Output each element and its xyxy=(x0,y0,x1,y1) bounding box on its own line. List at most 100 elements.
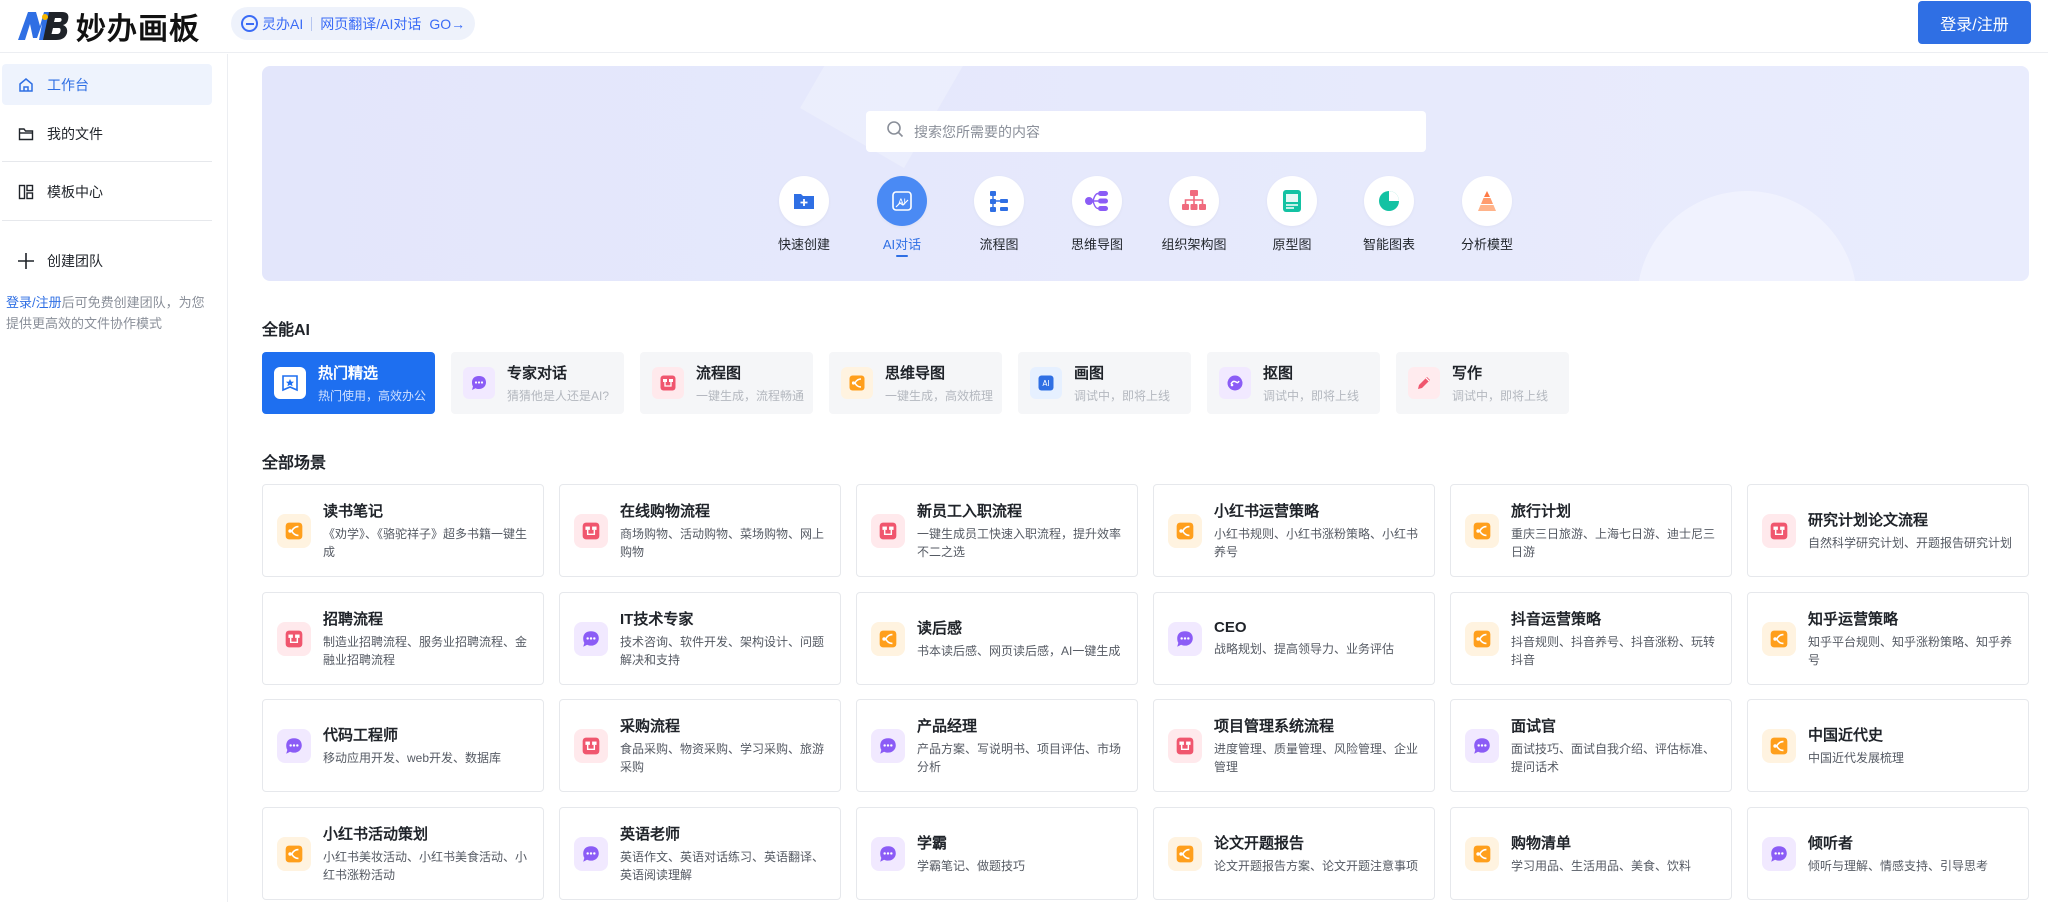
sidebar-item-my-files[interactable]: 我的文件 xyxy=(2,113,212,154)
quick-label: 智能图表 xyxy=(1362,237,1415,252)
scene-name: CEO xyxy=(1214,619,1247,636)
promo-text: 网页翻译/AI对话 xyxy=(320,15,422,32)
promo-banner[interactable]: 灵办AI 网页翻译/AI对话 GO→ xyxy=(231,7,476,40)
mindmap-badge-icon xyxy=(277,513,311,548)
scene-card[interactable]: 小红书运营策略 小红书规则、小红书涨粉策略、小红书养号 xyxy=(1153,484,1435,577)
chat-bubble-icon xyxy=(463,367,495,399)
section-title-all-ai: 全能AI xyxy=(262,322,311,339)
create-team-note: 登录/注册后可免费创建团队，为您提供更高效的文件协作模式 xyxy=(6,292,216,334)
login-register-link[interactable]: 登录/注册 xyxy=(6,295,62,310)
scene-text: 抖音运营策略 抖音规则、抖音养号、抖音涨粉、玩转抖音 xyxy=(1511,608,1719,669)
category-expert-chat[interactable]: 专家对话 猜猜他是人还是AI? xyxy=(451,352,624,414)
sidebar-item-create-team[interactable]: 创建团队 xyxy=(2,240,212,281)
quick-mindmap[interactable]: 思维导图 xyxy=(1052,176,1142,253)
scene-card[interactable]: IT技术专家 技术咨询、软件开发、架构设计、问题解决和支持 xyxy=(559,592,841,685)
sidebar: 工作台 我的文件 模板中心 创建团队 登录/注册后可免费创建团队，为您提供更高效… xyxy=(0,54,228,902)
search-icon xyxy=(886,120,904,143)
scene-card[interactable]: 项目管理系统流程 进度管理、质量管理、风险管理、企业管理 xyxy=(1153,699,1435,792)
svg-text:AI: AI xyxy=(898,198,906,207)
scene-name: 产品经理 xyxy=(917,718,978,735)
scene-desc: 商场购物、活动购物、菜场购物、网上购物 xyxy=(620,527,825,559)
scene-name: 学霸 xyxy=(917,835,948,852)
scene-card[interactable]: 招聘流程 制造业招聘流程、服务业招聘流程、金融业招聘流程 xyxy=(262,592,544,685)
quick-label: 原型图 xyxy=(1272,237,1312,252)
scene-name: 倾听者 xyxy=(1808,835,1854,852)
scene-text: 招聘流程 制造业招聘流程、服务业招聘流程、金融业招聘流程 xyxy=(323,608,531,669)
category-sub: 调试中，即将上线 xyxy=(1074,389,1171,403)
brand-name: 妙办画板 xyxy=(76,13,200,46)
scene-text: 旅行计划 重庆三日旅游、上海七日游、迪士尼三日游 xyxy=(1511,500,1719,561)
scene-card[interactable]: 读后感 书本读后感、网页读后感，AI一键生成 xyxy=(856,592,1138,685)
quick-org-chart[interactable]: 组织架构图 xyxy=(1149,176,1239,253)
scene-card[interactable]: 新员工入职流程 一键生成员工快速入职流程，提升效率不二之选 xyxy=(856,484,1138,577)
scene-name: 购物清单 xyxy=(1511,835,1572,852)
search-box[interactable] xyxy=(866,111,1426,152)
scene-card[interactable]: 知乎运营策略 知乎平台规则、知乎涨粉策略、知乎养号 xyxy=(1747,592,2029,685)
category-draw[interactable]: AI 画图 调试中，即将上线 xyxy=(1018,352,1191,414)
quick-flowchart[interactable]: 流程图 xyxy=(954,176,1044,253)
category-hot-picks[interactable]: 热门精选 热门使用，高效办公 xyxy=(262,352,435,414)
scene-name: 抖音运营策略 xyxy=(1511,611,1602,628)
category-flowchart[interactable]: 流程图一键生成，流程畅通 xyxy=(640,352,813,414)
scene-card[interactable]: 购物清单 学习用品、生活用品、美食、饮料 xyxy=(1450,807,1732,900)
scene-card[interactable]: 面试官 面试技巧、面试自我介绍、评估标准、提问话术 xyxy=(1450,699,1732,792)
pen-icon xyxy=(1408,367,1440,399)
quick-ai-chat[interactable]: AI AI对话 xyxy=(857,176,947,257)
scene-name: 知乎运营策略 xyxy=(1808,611,1899,628)
ai-icon: AI xyxy=(877,176,927,226)
category-writing[interactable]: 写作 调试中，即将上线 xyxy=(1396,352,1569,414)
chat-badge-icon xyxy=(1465,728,1499,763)
scene-card[interactable]: CEO 战略规划、提高领导力、业务评估 xyxy=(1153,592,1435,685)
login-register-button[interactable]: 登录/注册 xyxy=(1918,1,2031,44)
brand-logo[interactable]: 妙办画板 xyxy=(16,4,200,48)
scene-name: 在线购物流程 xyxy=(620,503,711,520)
mindmap-badge-icon xyxy=(871,621,905,656)
scene-text: 研究计划论文流程 自然科学研究计划、开题报告研究计划 xyxy=(1808,509,2012,552)
flowchart-badge-icon xyxy=(574,728,608,763)
scene-card[interactable]: 代码工程师 移动应用开发、web开发、数据库 xyxy=(262,699,544,792)
quick-label: 流程图 xyxy=(979,237,1019,252)
active-indicator xyxy=(896,255,908,257)
scene-text: CEO 战略规划、提高领导力、业务评估 xyxy=(1214,619,1394,658)
scene-card[interactable]: 采购流程 食品采购、物资采购、学习采购、旅游采购 xyxy=(559,699,841,792)
scene-desc: 中国近代发展梳理 xyxy=(1808,751,1905,765)
scene-card[interactable]: 倾听者 倾听与理解、情感支持、引导思考 xyxy=(1747,807,2029,900)
scene-desc: 重庆三日旅游、上海七日游、迪士尼三日游 xyxy=(1511,527,1716,559)
scene-desc: 英语作文、英语对话练习、英语翻译、英语阅读理解 xyxy=(620,850,825,882)
scene-card[interactable]: 研究计划论文流程 自然科学研究计划、开题报告研究计划 xyxy=(1747,484,2029,577)
chat-badge-icon xyxy=(277,728,311,763)
scene-card[interactable]: 在线购物流程商场购物、活动购物、菜场购物、网上购物 xyxy=(559,484,841,577)
category-name: 画图 xyxy=(1074,365,1105,382)
sidebar-divider xyxy=(2,220,212,221)
category-mindmap[interactable]: 思维导图 一键生成，高效梳理 xyxy=(829,352,1002,414)
category-sub: 一键生成，流程畅通 xyxy=(696,389,805,403)
category-name: 流程图 xyxy=(696,365,742,382)
scene-name: 读后感 xyxy=(917,620,963,637)
scene-desc: 自然科学研究计划、开题报告研究计划 xyxy=(1808,536,2013,550)
scene-card[interactable]: 旅行计划 重庆三日旅游、上海七日游、迪士尼三日游 xyxy=(1450,484,1732,577)
scene-desc: 面试技巧、面试自我介绍、评估标准、提问话术 xyxy=(1511,742,1716,774)
scene-card[interactable]: 小红书活动策划 小红书美妆活动、小红书美食活动、小红书涨粉活动 xyxy=(262,807,544,900)
quick-prototype[interactable]: 原型图 xyxy=(1247,176,1337,253)
category-sub: 热门使用，高效办公 xyxy=(318,389,427,403)
scene-card[interactable]: 产品经理 产品方案、写说明书、项目评估、市场分析 xyxy=(856,699,1138,792)
quick-analysis-model[interactable]: 分析模型 xyxy=(1442,176,1532,253)
sidebar-item-template-center[interactable]: 模板中心 xyxy=(2,171,212,212)
scene-text: 小红书活动策划 小红书美妆活动、小红书美食活动、小红书涨粉活动 xyxy=(323,823,531,884)
scene-card[interactable]: 论文开题报告 论文开题报告方案、论文开题注意事项 xyxy=(1153,807,1435,900)
scene-card[interactable]: 读书笔记 《劝学》、《骆驼祥子》超多书籍一键生成 xyxy=(262,484,544,577)
scene-card[interactable]: 抖音运营策略 抖音规则、抖音养号、抖音涨粉、玩转抖音 xyxy=(1450,592,1732,685)
quick-label: AI对话 xyxy=(882,237,922,252)
flowchart-badge-icon xyxy=(652,367,684,399)
scene-card[interactable]: 中国近代史 中国近代发展梳理 xyxy=(1747,699,2029,792)
category-sub: 调试中，即将上线 xyxy=(1452,389,1549,403)
scene-desc: 小红书美妆活动、小红书美食活动、小红书涨粉活动 xyxy=(323,850,528,882)
quick-smart-chart[interactable]: 智能图表 xyxy=(1344,176,1434,253)
scene-card[interactable]: 英语老师 英语作文、英语对话练习、英语翻译、英语阅读理解 xyxy=(559,807,841,900)
search-input[interactable] xyxy=(914,123,1426,140)
scene-card[interactable]: 学霸 学霸笔记、做题技巧 xyxy=(856,807,1138,900)
quick-create[interactable]: 快速创建 xyxy=(759,176,849,253)
section-title-all-scenes: 全部场景 xyxy=(262,455,327,472)
sidebar-item-workbench[interactable]: 工作台 xyxy=(2,64,212,105)
category-cutout[interactable]: 抠图 调试中，即将上线 xyxy=(1207,352,1380,414)
